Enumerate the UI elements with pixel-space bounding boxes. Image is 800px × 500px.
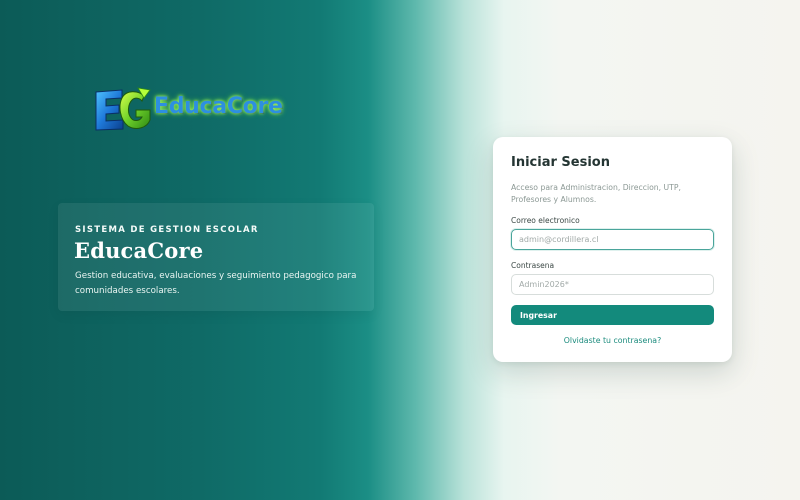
login-button[interactable]: Ingresar (511, 305, 714, 325)
password-field[interactable] (511, 274, 714, 295)
hero-title: EducaCore (74, 238, 204, 263)
password-label: Contrasena (511, 261, 555, 270)
login-card: Iniciar Sesion Acceso para Administracio… (493, 137, 732, 362)
hero-panel: SISTEMA DE GESTION ESCOLAR EducaCore Ges… (58, 203, 374, 311)
login-subtitle: Acceso para Administracion, Direccion, U… (511, 183, 681, 204)
forgot-password-link[interactable]: Olvidaste tu contrasena? (493, 336, 732, 345)
login-title: Iniciar Sesion (511, 155, 610, 170)
hero-description: Gestion educativa, evaluaciones y seguim… (75, 271, 357, 296)
email-label: Correo electronico (511, 216, 580, 225)
eg-logo-icon (95, 87, 151, 131)
login-page: EducaCore SISTEMA DE GESTION ESCOLAR Edu… (0, 0, 800, 500)
brand-logo: EducaCore (92, 84, 283, 138)
email-field[interactable] (511, 229, 714, 250)
hero-kicker: SISTEMA DE GESTION ESCOLAR (75, 225, 259, 235)
logo-wordmark: EducaCore (154, 94, 283, 119)
